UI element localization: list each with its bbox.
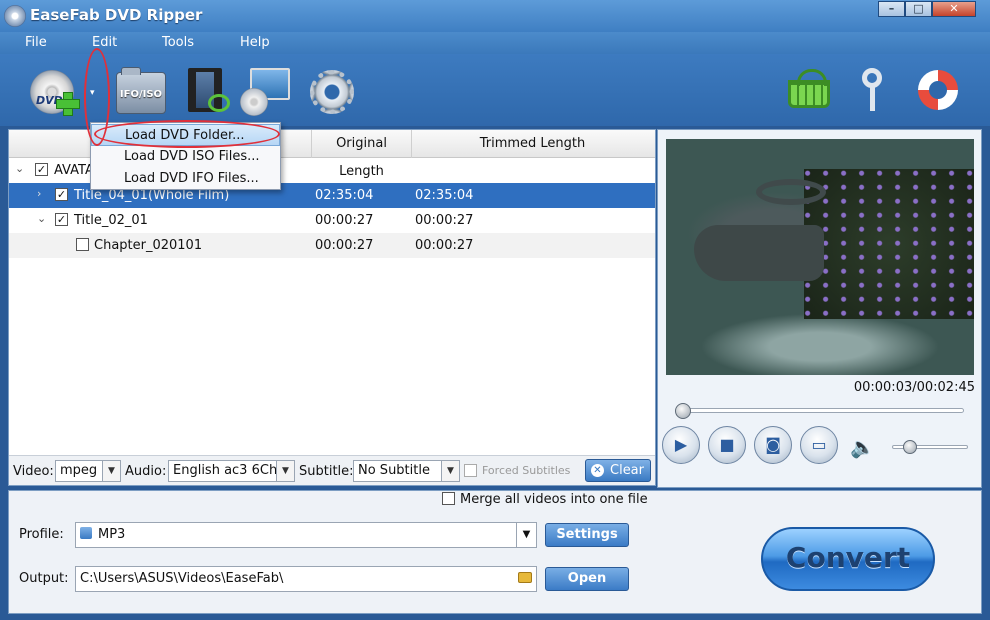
snapshot-button[interactable]: ◙	[754, 426, 792, 464]
video-label: Video:	[13, 464, 54, 479]
row-checkbox[interactable]	[76, 238, 89, 251]
forced-subtitles-label: Forced Subtitles	[482, 464, 571, 477]
row-trimmed-length: 00:00:27	[415, 213, 474, 228]
merge-checkbox[interactable]	[442, 492, 455, 505]
row-name: Title_04_01(Whole Film)	[74, 188, 230, 203]
row-checkbox[interactable]: ✓	[35, 163, 48, 176]
edit-video-button[interactable]	[182, 68, 234, 116]
subtitle-label: Subtitle:	[299, 464, 354, 479]
row-name: AVATA	[54, 163, 94, 178]
track-options-bar: Video: mpeg ▼ Audio: English ac3 6Ch ▼ S…	[9, 455, 655, 485]
audio-select[interactable]: English ac3 6Ch ▼	[168, 460, 295, 482]
film-scissors-icon	[188, 68, 230, 112]
video-select[interactable]: mpeg ▼	[55, 460, 121, 482]
toolbar: DVD ▾ IFO/ISO	[0, 54, 990, 126]
close-button[interactable]: ✕	[932, 1, 976, 17]
register-button[interactable]	[854, 68, 906, 116]
output-label: Output:	[19, 571, 69, 586]
stop-icon: ■	[719, 435, 735, 454]
copy-dvd-button[interactable]	[240, 68, 292, 116]
window-title: EaseFab DVD Ripper	[30, 6, 203, 24]
timecode: 00:00:03/00:02:45	[853, 380, 975, 395]
preview-panel: 00:00:03/00:02:45 ▶ ■ ◙ ▭ 🔈	[657, 129, 982, 488]
table-row[interactable]: ⌄ ✓ Title_02_01 00:00:27 00:00:27	[9, 208, 655, 233]
chevron-down-icon: ▼	[441, 461, 459, 481]
convert-button[interactable]: Convert	[761, 527, 935, 591]
play-button[interactable]: ▶	[662, 426, 700, 464]
column-trimmed-length[interactable]: Trimmed Length	[411, 130, 653, 158]
clear-button[interactable]: ✕ Clear	[585, 459, 651, 482]
annotation-highlight-menu-item	[94, 120, 280, 148]
plus-icon	[56, 92, 80, 116]
folder-icon: IFO/ISO	[116, 67, 166, 114]
row-trimmed-length: 00:00:27	[415, 238, 474, 253]
row-original-length: 00:00:27	[315, 213, 374, 228]
open-button[interactable]: Open	[545, 567, 629, 591]
settings-gear-button[interactable]	[306, 68, 358, 116]
basket-icon	[788, 69, 830, 108]
load-dvd-button[interactable]: DVD	[26, 68, 80, 116]
app-icon	[4, 5, 26, 27]
audio-file-icon	[80, 527, 92, 539]
minimize-button[interactable]: –	[878, 1, 905, 17]
profile-label: Profile:	[19, 527, 64, 542]
lifebuoy-icon	[918, 70, 958, 110]
folder-icon[interactable]	[518, 572, 532, 583]
row-checkbox[interactable]: ✓	[55, 188, 68, 201]
chevron-down-icon: ▼	[516, 523, 536, 547]
chevron-down-icon[interactable]: ⌄	[15, 162, 24, 175]
seek-slider[interactable]	[675, 403, 964, 419]
menu-item-load-dvd-iso[interactable]: Load DVD ISO Files...	[91, 146, 280, 168]
chevron-down-icon[interactable]: ⌄	[37, 212, 46, 225]
play-icon: ▶	[674, 435, 688, 454]
subtitle-select[interactable]: No Subtitle ▼	[353, 460, 460, 482]
volume-slider-handle[interactable]	[903, 440, 918, 454]
menu-file[interactable]: File	[25, 35, 47, 50]
close-icon: ✕	[591, 464, 604, 477]
chevron-right-icon[interactable]: ›	[37, 187, 41, 200]
speaker-icon[interactable]: 🔈	[850, 435, 875, 459]
table-row[interactable]: Chapter_020101 00:00:27 00:00:27	[9, 233, 655, 258]
chevron-down-icon: ▼	[102, 461, 120, 481]
buy-button[interactable]	[788, 68, 840, 116]
settings-button[interactable]: Settings	[545, 523, 629, 547]
row-trimmed-length: 02:35:04	[415, 188, 474, 203]
chevron-down-icon: ▼	[276, 461, 294, 481]
output-path-field[interactable]: C:\Users\ASUS\Videos\EaseFab\	[75, 566, 537, 592]
disc-icon	[240, 88, 268, 116]
gear-icon	[310, 70, 354, 114]
row-name: Chapter_020101	[94, 238, 203, 253]
help-button[interactable]	[916, 68, 968, 116]
camera-icon: ◙	[765, 435, 781, 454]
row-checkbox[interactable]: ✓	[55, 213, 68, 226]
keys-icon	[862, 68, 882, 111]
stop-button[interactable]: ■	[708, 426, 746, 464]
menu-tools[interactable]: Tools	[162, 35, 194, 50]
load-ifo-iso-button[interactable]: IFO/ISO	[116, 67, 168, 116]
row-name: Title_02_01	[74, 213, 148, 228]
column-original-length[interactable]: Original Length	[311, 130, 411, 179]
menu-help[interactable]: Help	[240, 35, 270, 50]
row-original-length: 00:00:27	[315, 238, 374, 253]
volume-slider[interactable]	[892, 440, 968, 454]
seek-slider-handle[interactable]	[675, 403, 691, 419]
open-snapshot-folder-button[interactable]: ▭	[800, 426, 838, 464]
audio-label: Audio:	[125, 464, 167, 479]
menu-bar: File Edit Tools Help	[0, 32, 990, 54]
profile-select[interactable]: MP3 ▼	[75, 522, 537, 548]
title-bar: EaseFab DVD Ripper – □ ✕	[0, 0, 990, 32]
forced-subtitles-checkbox[interactable]	[464, 464, 477, 477]
maximize-button[interactable]: □	[905, 1, 932, 17]
row-original-length: 02:35:04	[315, 188, 374, 203]
video-preview	[666, 139, 974, 375]
merge-label: Merge all videos into one file	[460, 492, 648, 507]
folder-icon: ▭	[811, 435, 827, 454]
output-settings: Merge all videos into one file Profile: …	[8, 490, 982, 614]
window-controls: – □ ✕	[878, 1, 976, 17]
menu-item-load-dvd-ifo[interactable]: Load DVD IFO Files...	[91, 168, 280, 190]
